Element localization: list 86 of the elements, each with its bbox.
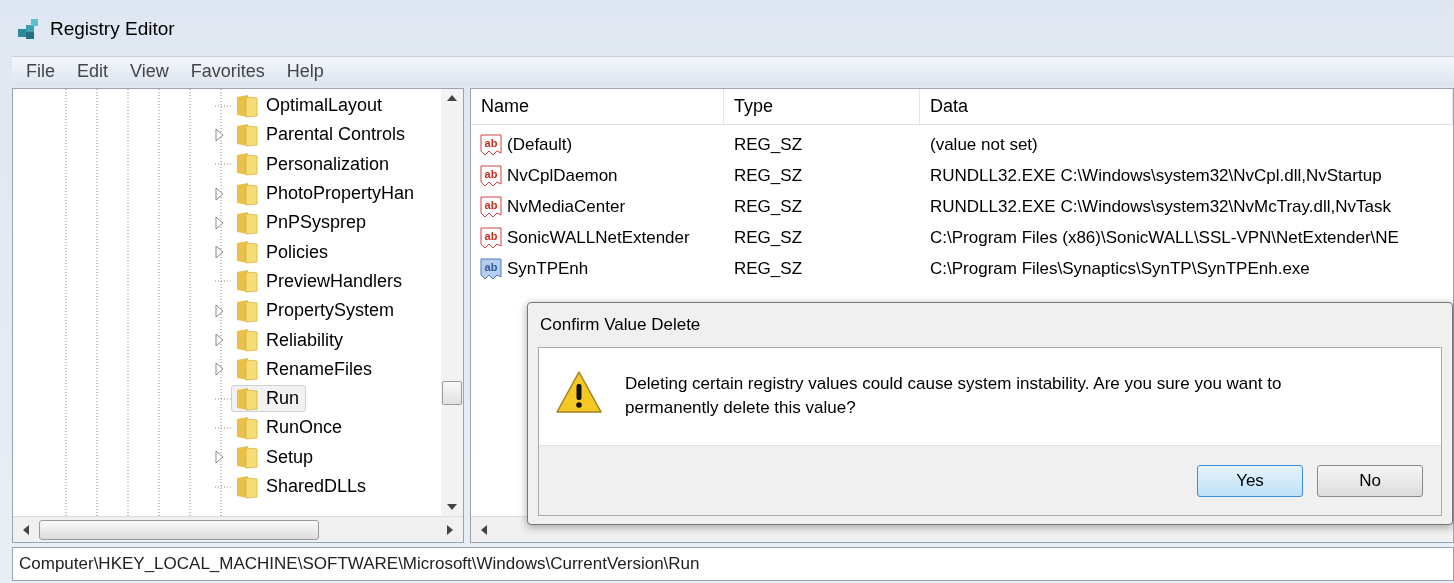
folder-icon (234, 122, 260, 147)
tree-connector (215, 396, 231, 401)
scroll-thumb[interactable] (39, 519, 319, 540)
tree-item[interactable]: OptimalLayout (231, 92, 390, 120)
expand-arrow-icon[interactable] (215, 215, 225, 230)
table-cell[interactable]: NvCplDaemon (507, 162, 618, 189)
tree-item[interactable]: PhotoPropertyHan (231, 180, 422, 208)
scroll-down-icon[interactable] (447, 504, 457, 510)
table-cell-text: REG_SZ (733, 226, 804, 249)
tree-item[interactable]: RunOnce (231, 414, 350, 442)
tree-item[interactable]: RenameFiles (231, 355, 380, 383)
tree-item[interactable]: Reliability (231, 326, 351, 354)
column-header[interactable]: Name (471, 89, 724, 124)
scroll-left-icon[interactable] (481, 524, 487, 535)
expand-arrow-icon[interactable] (215, 303, 225, 318)
menu-item[interactable]: View (130, 58, 169, 85)
string-value-icon: ab (479, 257, 503, 280)
dialog-button[interactable]: Yes (1197, 464, 1303, 497)
table-cell-text: REG_SZ (733, 164, 804, 187)
expand-arrow-icon[interactable] (215, 245, 225, 260)
tree-item[interactable]: Run (231, 385, 307, 413)
menu-item[interactable]: Help (286, 58, 324, 85)
scroll-left-icon[interactable] (23, 524, 29, 535)
scroll-up-icon[interactable] (447, 95, 457, 101)
folder-icon (234, 181, 260, 206)
expand-arrow-icon[interactable] (215, 362, 225, 377)
scroll-right-icon[interactable] (447, 524, 453, 535)
table-cell-text: (value not set) (929, 133, 1038, 156)
vertical-scrollbar[interactable] (441, 89, 463, 516)
tree-item[interactable]: PnPSysprep (231, 209, 374, 237)
table-cell-text: REG_SZ (733, 195, 804, 218)
menu-item[interactable]: File (26, 58, 55, 85)
tree-connector (215, 484, 231, 489)
table-cell-text: REG_SZ (733, 257, 804, 280)
warning-icon (555, 370, 603, 414)
column-header[interactable]: Data (920, 89, 1453, 124)
dialog-button[interactable]: No (1317, 464, 1423, 497)
tree-connector (215, 279, 231, 284)
dialog-message: Deleting certain registry values could cause system instability. Are you sure you want to permanently delete this value? (625, 373, 1283, 419)
folder-icon (234, 328, 260, 352)
folder-icon (234, 474, 260, 499)
table-cell[interactable]: SonicWALLNetExtender (507, 224, 690, 251)
expand-arrow-icon[interactable] (215, 333, 225, 347)
string-value-icon: ab (479, 195, 503, 218)
table-cell[interactable]: NvMediaCenter (507, 193, 626, 220)
tree-item[interactable]: Policies (231, 238, 336, 266)
folder-icon (234, 357, 260, 382)
folder-icon (234, 152, 260, 177)
tree-item[interactable]: Parental Controls (231, 121, 413, 149)
folder-icon (234, 298, 260, 323)
dialog-title: Confirm Value Delete (540, 314, 701, 337)
tree-item[interactable]: Setup (231, 443, 321, 471)
table-cell-text: REG_SZ (733, 133, 804, 156)
table-cell[interactable]: SynTPEnh (507, 255, 589, 282)
tree-item[interactable]: Personalization (231, 150, 397, 178)
expand-arrow-icon[interactable] (215, 127, 225, 142)
table-cell[interactable]: (Default) (507, 131, 573, 158)
folder-icon (234, 415, 260, 440)
window-title: Registry Editor (50, 16, 175, 41)
table-cell-text: C:\Program Files (x86)\SonicWALL\SSL-VPN\NetExtender\NE (929, 226, 1399, 249)
scroll-thumb[interactable] (442, 381, 462, 405)
tree-connector (215, 425, 231, 430)
table-cell-text: C:\Program Files\Synaptics\SynTP\SynTPEnh.exe (929, 257, 1310, 280)
tree-item[interactable]: PreviewHandlers (231, 267, 410, 295)
string-value-icon: ab (479, 164, 503, 187)
tree-connector (215, 162, 231, 167)
expand-arrow-icon[interactable] (215, 450, 225, 465)
table-cell-text: RUNDLL32.EXE C:\Windows\system32\NvMcTray.dll,NvTask (929, 195, 1391, 218)
folder-icon (234, 269, 260, 294)
column-header[interactable]: Type (724, 89, 920, 124)
tree-item[interactable]: PropertySystem (231, 297, 402, 325)
table-cell-text: RUNDLL32.EXE C:\Windows\system32\NvCpl.dll,NvStartup (929, 164, 1382, 187)
folder-icon (234, 210, 260, 235)
menu-item[interactable]: Edit (77, 58, 109, 85)
expand-arrow-icon[interactable] (215, 186, 225, 201)
horizontal-scrollbar[interactable] (13, 516, 463, 542)
folder-icon (234, 445, 260, 470)
tree-item[interactable]: SharedDLLs (231, 473, 374, 500)
status-text: Computer\HKEY_LOCAL_MACHINE\SOFTWARE\Microsoft\Windows\CurrentVersion\Run (19, 553, 700, 576)
folder-icon (234, 240, 260, 265)
string-value-icon: ab (479, 133, 503, 156)
folder-icon (234, 386, 260, 411)
menu-item[interactable]: Favorites (190, 58, 265, 85)
string-value-icon: ab (479, 226, 503, 249)
folder-icon (234, 93, 260, 118)
tree-connector (215, 103, 231, 108)
